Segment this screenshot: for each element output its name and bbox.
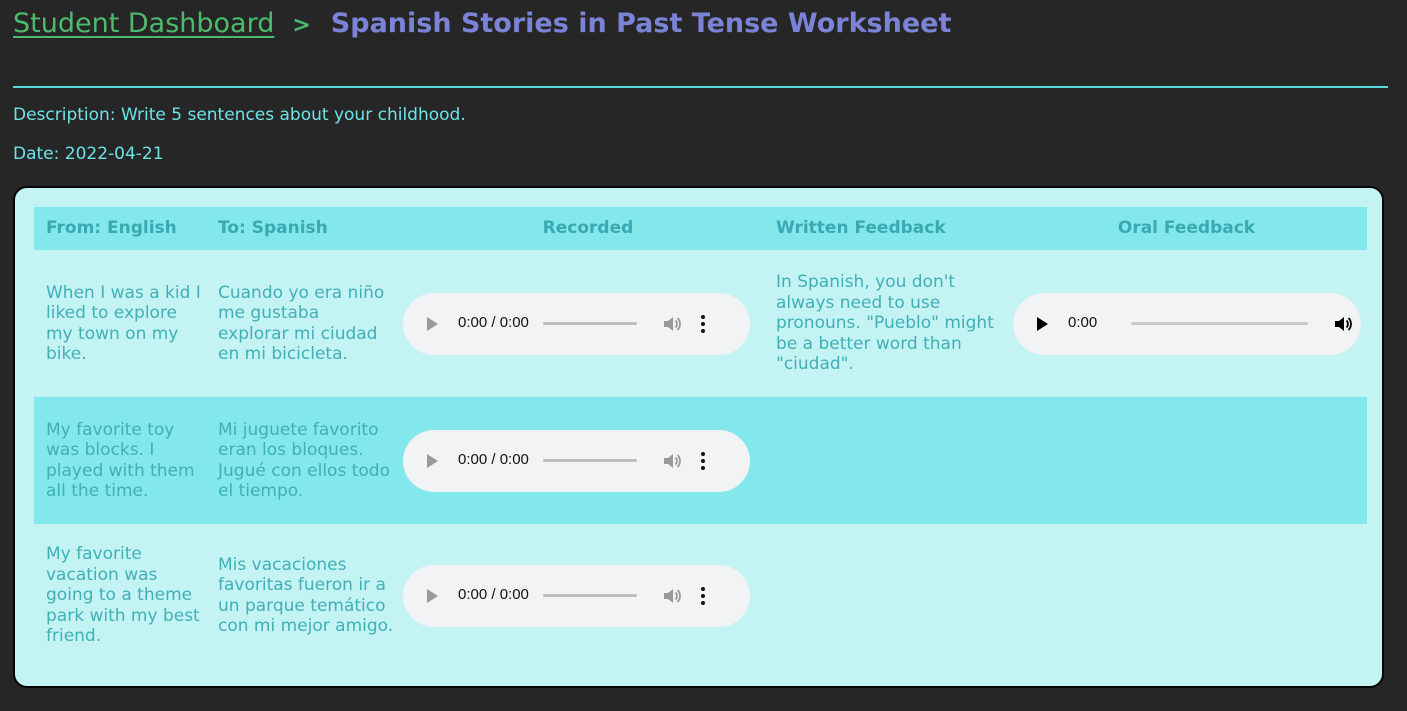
- play-icon[interactable]: [427, 453, 438, 468]
- audio-progress-bar[interactable]: [542, 459, 637, 462]
- volume-icon[interactable]: [1334, 316, 1353, 332]
- spanish-sentence: Mi juguete favorito eran los bloques. Ju…: [218, 419, 390, 502]
- column-header-from-english: From: English: [46, 218, 177, 239]
- column-header-written-feedback: Written Feedback: [776, 218, 946, 239]
- column-header-recorded: Recorded: [542, 218, 634, 239]
- table-row: When I was a kid I liked to explore my t…: [34, 250, 1367, 397]
- audio-time: 0:00 / 0:00: [458, 586, 529, 604]
- breadcrumb-separator: >: [292, 13, 311, 38]
- column-header-oral-feedback: Oral Feedback: [1117, 218, 1256, 239]
- table-row: My favorite toy was blocks. I played wit…: [34, 397, 1367, 524]
- more-options-icon[interactable]: [700, 451, 705, 470]
- audio-time: 0:00 / 0:00: [458, 314, 529, 332]
- audio-progress-bar[interactable]: [542, 322, 637, 325]
- audio-time: 0:00: [1068, 314, 1098, 332]
- worksheet-card: From: English To: Spanish Recorded Writt…: [13, 186, 1384, 688]
- english-sentence: My favorite vacation was going to a them…: [46, 544, 200, 647]
- recorded-cell: 0:00 / 0:00: [402, 250, 774, 397]
- english-sentence-cell: When I was a kid I liked to explore my t…: [34, 250, 206, 397]
- play-icon[interactable]: [1037, 316, 1048, 331]
- spanish-sentence: Mis vacaciones favoritas fueron ir a un …: [218, 554, 394, 637]
- spanish-sentence-cell: Cuando yo era niño me gustaba explorar m…: [206, 250, 402, 397]
- recorded-audio-player[interactable]: 0:00 / 0:00: [403, 564, 750, 627]
- play-icon[interactable]: [427, 316, 438, 331]
- oral-feedback-cell: 0:00: [1006, 250, 1367, 397]
- worksheet-description: Description: Write 5 sentences about you…: [13, 105, 466, 125]
- breadcrumb-student-dashboard-link[interactable]: Student Dashboard: [13, 8, 274, 39]
- oral-feedback-cell: [1006, 397, 1367, 524]
- table-row: My favorite vacation was going to a them…: [34, 524, 1367, 667]
- page-title: Spanish Stories in Past Tense Worksheet: [330, 8, 952, 39]
- written-feedback-cell: In Spanish, you don't always need to use…: [774, 250, 1006, 397]
- recorded-audio-player[interactable]: 0:00 / 0:00: [403, 292, 750, 355]
- spanish-sentence-cell: Mis vacaciones favoritas fueron ir a un …: [206, 524, 402, 667]
- audio-progress-bar[interactable]: [1131, 322, 1309, 325]
- column-header-to-spanish: To: Spanish: [218, 218, 328, 239]
- spanish-sentence-cell: Mi juguete favorito eran los bloques. Ju…: [206, 397, 402, 524]
- oral-feedback-cell: [1006, 524, 1367, 667]
- worksheet-date: Date: 2022-04-21: [13, 144, 164, 164]
- recorded-cell: 0:00 / 0:00: [402, 397, 774, 524]
- audio-time: 0:00 / 0:00: [458, 451, 529, 469]
- volume-icon[interactable]: [663, 453, 681, 469]
- volume-icon[interactable]: [663, 588, 681, 604]
- header-divider: [13, 86, 1388, 88]
- english-sentence: My favorite toy was blocks. I played wit…: [46, 419, 195, 502]
- spanish-sentence: Cuando yo era niño me gustaba explorar m…: [218, 282, 385, 365]
- more-options-icon[interactable]: [700, 586, 705, 605]
- english-sentence-cell: My favorite vacation was going to a them…: [34, 524, 206, 667]
- recorded-cell: 0:00 / 0:00: [402, 524, 774, 667]
- oral-feedback-audio-player[interactable]: 0:00: [1013, 292, 1361, 355]
- written-feedback-cell: [774, 524, 1006, 667]
- worksheet-table: From: English To: Spanish Recorded Writt…: [34, 207, 1367, 667]
- recorded-audio-player[interactable]: 0:00 / 0:00: [403, 429, 750, 492]
- written-feedback-cell: [774, 397, 1006, 524]
- english-sentence-cell: My favorite toy was blocks. I played wit…: [34, 397, 206, 524]
- audio-progress-bar[interactable]: [542, 594, 637, 597]
- english-sentence: When I was a kid I liked to explore my t…: [46, 282, 201, 365]
- table-header-row: From: English To: Spanish Recorded Writt…: [34, 207, 1367, 250]
- more-options-icon[interactable]: [700, 314, 705, 333]
- breadcrumb: Student Dashboard > Spanish Stories in P…: [13, 8, 951, 39]
- written-feedback: In Spanish, you don't always need to use…: [776, 272, 994, 375]
- play-icon[interactable]: [427, 588, 438, 603]
- volume-icon[interactable]: [663, 316, 681, 332]
